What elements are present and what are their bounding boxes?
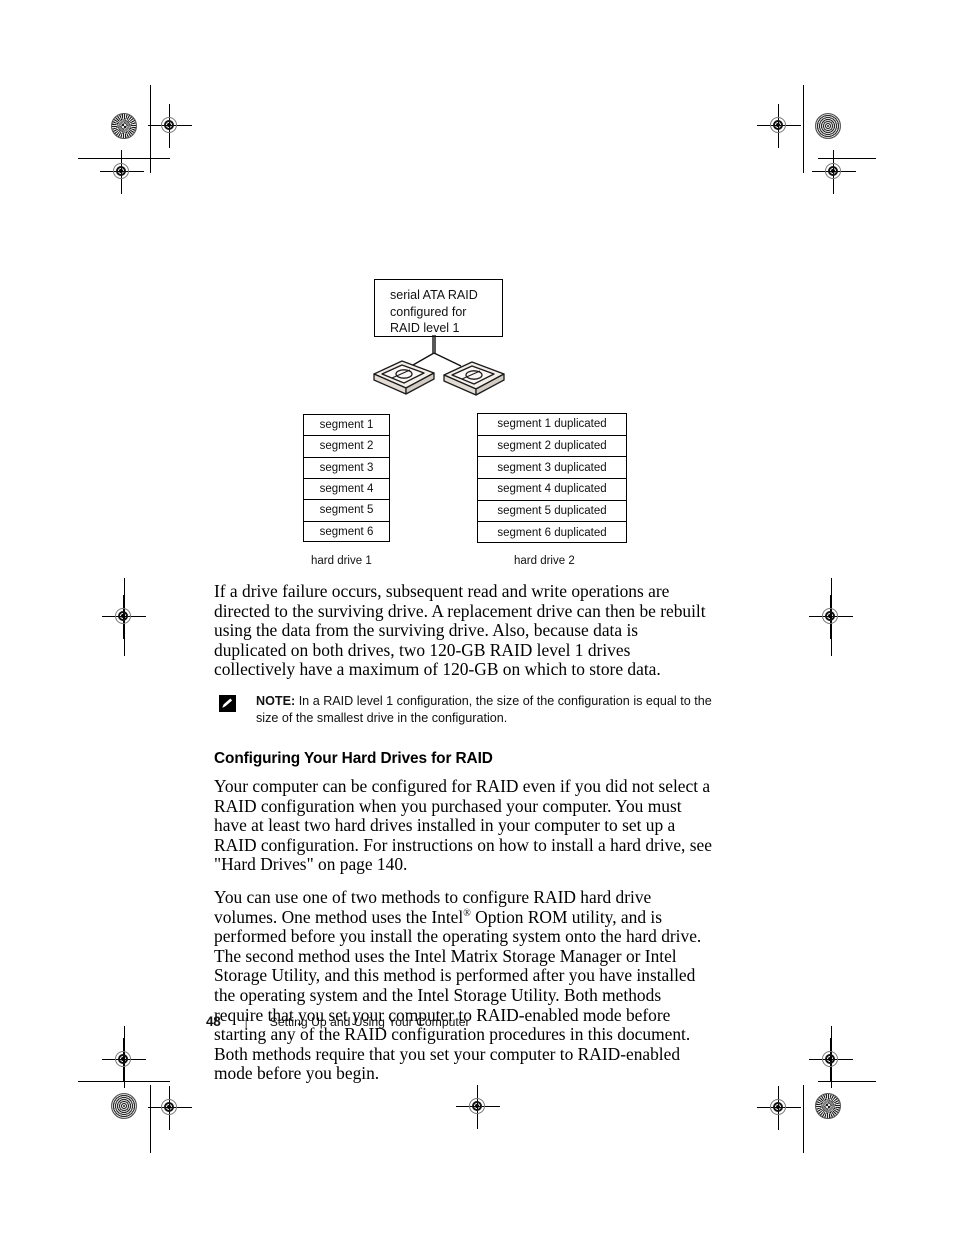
hard-drive-2-icon (443, 361, 505, 396)
callout-line-2: configured for (390, 304, 467, 319)
segment-row: segment 1 (304, 415, 389, 437)
segment-row: segment 1 duplicated (478, 414, 626, 436)
footer-page-number: 48 (206, 1014, 221, 1029)
page-footer: 48 | Setting Up and Using Your Computer (206, 1014, 470, 1029)
hard-drive-2-segment-table: segment 1 duplicated segment 2 duplicate… (477, 413, 627, 543)
note-body: NOTE: In a RAID level 1 configuration, t… (256, 693, 714, 728)
segment-row: segment 2 (304, 436, 389, 458)
segment-row: segment 4 duplicated (478, 479, 626, 501)
segment-row: segment 3 duplicated (478, 457, 626, 479)
segment-row: segment 5 (304, 500, 389, 522)
note-pencil-icon (219, 694, 236, 712)
segment-row: segment 2 duplicated (478, 436, 626, 458)
segment-row: segment 3 (304, 458, 389, 479)
callout-line-1: serial ATA RAID (390, 288, 478, 302)
registered-trademark-mark: ® (463, 907, 471, 919)
diagram-callout-serial-ata-raid: serial ATA RAID configured for RAID leve… (374, 279, 503, 337)
hard-drive-2-caption: hard drive 2 (514, 555, 575, 567)
footer-separator: | (244, 1015, 248, 1029)
segment-row: segment 5 duplicated (478, 501, 626, 523)
paragraph-two-methods-part2: Option ROM utility, and is performed bef… (214, 906, 702, 1084)
hard-drive-pair-illustration (373, 360, 505, 396)
note-message: In a RAID level 1 configuration, the siz… (256, 693, 712, 726)
paragraph-two-methods: You can use one of two methods to config… (214, 887, 714, 1084)
segment-row: segment 4 (304, 479, 389, 501)
hard-drive-1-icon (373, 360, 435, 395)
section-heading-configuring-raid: Configuring Your Hard Drives for RAID (214, 749, 493, 767)
page-content: serial ATA RAID configured for RAID leve… (0, 0, 954, 1235)
segment-row: segment 6 duplicated (497, 527, 607, 540)
paragraph-configure-raid-intro: Your computer can be configured for RAID… (214, 775, 712, 875)
paragraph-raid-level-1-description: If a drive failure occurs, subsequent re… (214, 581, 706, 680)
hard-drive-1-caption: hard drive 1 (311, 555, 372, 567)
note-callout: NOTE: In a RAID level 1 configuration, t… (214, 693, 714, 728)
hard-drive-1-segment-table: segment 1 segment 2 segment 3 segment 4 … (303, 414, 390, 542)
footer-chapter-title: Setting Up and Using Your Computer (269, 1015, 470, 1029)
segment-row: segment 6 (319, 526, 374, 539)
note-label: NOTE: (256, 693, 296, 708)
